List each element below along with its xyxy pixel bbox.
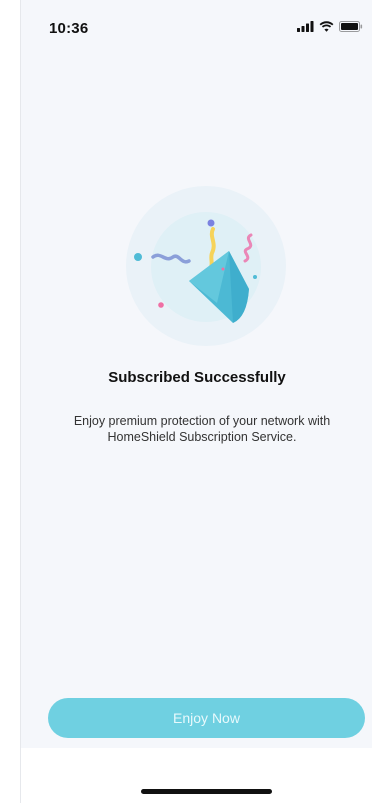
success-title: Subscribed Successfully: [108, 369, 286, 386]
enjoy-now-button[interactable]: Enjoy Now: [48, 698, 365, 738]
battery-icon: [339, 21, 363, 32]
status-icons: [297, 21, 363, 32]
cellular-signal-icon: [297, 21, 314, 32]
status-time: 10:36: [49, 20, 89, 37]
status-bar: 10:36: [21, 0, 372, 58]
wifi-icon: [319, 21, 334, 32]
app-screen: 10:36 Subscribed Successfully Enjoy prem…: [20, 0, 372, 803]
bottom-safe-area: [21, 748, 372, 803]
success-description: Enjoy premium protection of your network…: [73, 414, 331, 444]
home-indicator[interactable]: [141, 789, 272, 794]
party-popper-illustration: [126, 186, 286, 346]
